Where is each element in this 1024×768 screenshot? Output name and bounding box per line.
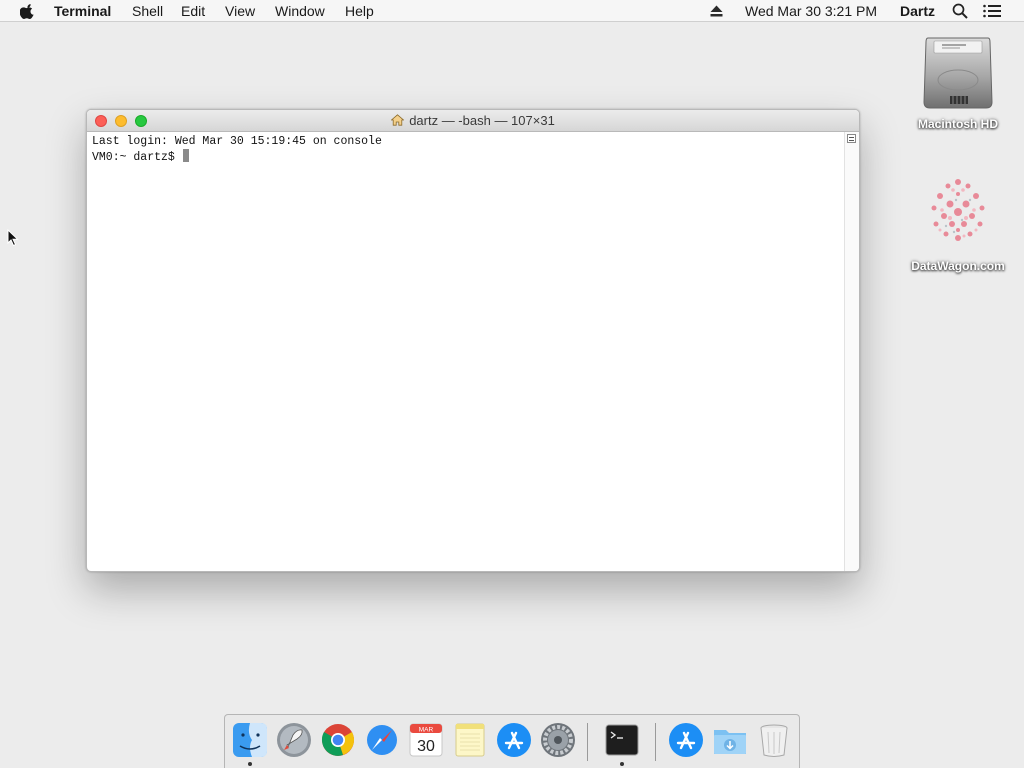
running-indicator <box>248 762 252 766</box>
dock-finder[interactable] <box>231 721 269 759</box>
window-titlebar[interactable]: dartz — -bash — 107×31 <box>87 110 859 132</box>
dock-separator <box>587 723 588 761</box>
desktop-icon-label: Macintosh HD <box>917 117 998 131</box>
notification-center-icon[interactable] <box>983 4 1001 18</box>
text-cursor <box>182 149 189 162</box>
dock-system-preferences[interactable] <box>539 721 577 759</box>
app-store-icon <box>497 723 531 757</box>
menu-edit[interactable]: Edit <box>181 3 205 19</box>
terminal-content[interactable]: Last login: Wed Mar 30 15:19:45 on conso… <box>92 135 842 164</box>
trash-icon <box>760 724 788 757</box>
dock: MAR 30 <box>224 714 800 768</box>
system-preferences-icon <box>541 723 575 757</box>
spotlight-search-icon[interactable] <box>952 3 968 19</box>
launchpad-icon <box>277 723 311 757</box>
dock-applications-folder[interactable] <box>667 721 705 759</box>
safari-icon <box>365 723 399 757</box>
dock-notes[interactable] <box>451 721 489 759</box>
window-title-area: dartz — -bash — 107×31 <box>87 113 859 128</box>
image-file-icon <box>931 179 985 241</box>
menu-app-terminal[interactable]: Terminal <box>54 3 111 19</box>
dock-chrome[interactable] <box>319 721 357 759</box>
menu-user[interactable]: Dartz <box>900 3 935 19</box>
calendar-icon: MAR 30 <box>409 723 443 757</box>
menu-shell[interactable]: Shell <box>132 3 163 19</box>
menu-bar: Terminal Shell Edit View Window Help Wed… <box>0 0 1024 22</box>
finder-icon <box>233 723 267 757</box>
dock-downloads-folder[interactable] <box>711 721 749 759</box>
calendar-day: 30 <box>417 738 435 755</box>
home-icon <box>391 114 405 126</box>
split-pane-button[interactable] <box>847 134 856 143</box>
mouse-pointer-icon <box>7 229 19 247</box>
downloads-folder-icon <box>714 730 746 754</box>
dock-terminal[interactable] <box>603 721 641 759</box>
applications-folder-icon <box>669 723 703 757</box>
vertical-scrollbar[interactable] <box>844 132 859 571</box>
eject-icon[interactable] <box>710 5 723 17</box>
dock-app-store[interactable] <box>495 721 533 759</box>
dock-separator <box>655 723 656 761</box>
desktop-icon-label: DataWagon.com <box>911 259 1005 273</box>
window-title: dartz — -bash — 107×31 <box>409 113 555 128</box>
dock-safari[interactable] <box>363 721 401 759</box>
terminal-prompt-line: VM0:~ dartz$ <box>92 149 842 164</box>
terminal-icon <box>605 724 639 756</box>
terminal-prompt: VM0:~ dartz$ <box>92 151 182 164</box>
dock-trash[interactable] <box>755 721 793 759</box>
calendar-month: MAR <box>419 727 434 734</box>
desktop-icon-datawagon[interactable]: DataWagon.com <box>898 172 1018 273</box>
chrome-icon <box>321 724 355 756</box>
menu-view[interactable]: View <box>225 3 255 19</box>
running-indicator <box>620 762 624 766</box>
desktop-icon-macintosh-hd[interactable]: Macintosh HD <box>898 32 1018 131</box>
notes-icon <box>455 723 485 757</box>
menu-window[interactable]: Window <box>275 3 325 19</box>
menu-clock[interactable]: Wed Mar 30 3:21 PM <box>745 3 877 19</box>
menu-help[interactable]: Help <box>345 3 374 19</box>
dock-launchpad[interactable] <box>275 721 313 759</box>
terminal-window: dartz — -bash — 107×31 Last login: Wed M… <box>86 109 860 572</box>
apple-icon[interactable] <box>20 3 35 19</box>
terminal-line-last-login: Last login: Wed Mar 30 15:19:45 on conso… <box>92 135 382 148</box>
dock-calendar[interactable]: MAR 30 <box>407 721 445 759</box>
hard-drive-icon <box>923 37 993 109</box>
